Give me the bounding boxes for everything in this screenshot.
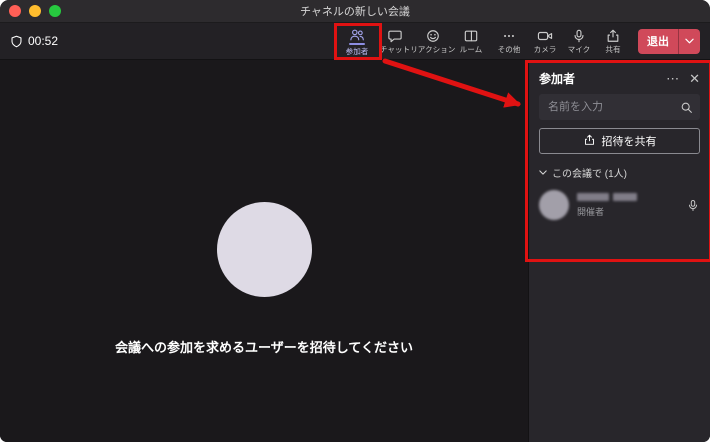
zoom-window-button[interactable] <box>49 5 61 17</box>
participant-info: 開催者 <box>577 192 678 218</box>
camera-icon <box>537 29 553 43</box>
device-label: カメラ <box>533 45 557 54</box>
reactions-icon <box>425 29 441 43</box>
close-icon[interactable]: ✕ <box>689 72 700 85</box>
share-screen-icon <box>605 29 621 43</box>
panel-header: 参加者 ⋯ ✕ <box>539 70 700 86</box>
search-box[interactable] <box>539 94 700 120</box>
search-icon[interactable] <box>680 101 693 114</box>
toolbar-tab-more[interactable]: その他 <box>490 26 528 57</box>
section-header[interactable]: この会議で (1人) <box>539 165 700 180</box>
active-tab-indicator <box>349 42 365 45</box>
meeting-timer: 00:52 <box>10 34 58 48</box>
tab-label: リアクション <box>410 45 456 54</box>
section-label: この会議で (1人) <box>552 169 627 180</box>
panel-title: 参加者 <box>539 71 576 86</box>
rooms-icon <box>463 29 479 43</box>
search-input[interactable] <box>546 100 680 114</box>
share-button[interactable]: 共有 <box>596 27 630 55</box>
participant-row[interactable]: 開催者 <box>539 190 700 220</box>
tab-label: チャット <box>379 45 411 54</box>
meeting-stage: 会議への参加を求めるユーザーを招待してください <box>0 60 528 442</box>
toolbar-tab-participants[interactable]: 参加者 <box>338 26 376 57</box>
device-label: マイク <box>567 45 591 54</box>
content-area: 会議への参加を求めるユーザーを招待してください 参加者 ⋯ ✕ 招待を共有 <box>0 60 710 442</box>
toolbar-tab-chat[interactable]: チャット <box>376 26 414 57</box>
teams-meeting-window: チャネルの新しい会議 00:52 参加者 チャット リアクション ルーム その他… <box>0 0 710 442</box>
minimize-window-button[interactable] <box>29 5 41 17</box>
toolbar-tab-reactions[interactable]: リアクション <box>410 26 456 57</box>
traffic-lights <box>9 5 61 17</box>
participants-panel: 参加者 ⋯ ✕ 招待を共有 この会議で (1人) <box>528 60 710 442</box>
titlebar: チャネルの新しい会議 <box>0 0 710 23</box>
close-window-button[interactable] <box>9 5 21 17</box>
participant-name-redacted <box>577 192 678 201</box>
chevron-down-icon <box>539 167 547 178</box>
more-icon <box>501 29 517 43</box>
toolbar-tab-rooms[interactable]: ルーム <box>452 26 490 57</box>
tab-label: その他 <box>497 45 521 54</box>
mic-button[interactable]: マイク <box>562 27 596 55</box>
mic-icon[interactable] <box>686 199 700 212</box>
chevron-down-icon[interactable] <box>679 38 700 44</box>
people-icon <box>349 28 365 42</box>
share-invite-label: 招待を共有 <box>601 136 657 148</box>
mic-icon <box>571 29 587 43</box>
leave-label: 退出 <box>647 36 669 48</box>
window-title: チャネルの新しい会議 <box>300 6 410 18</box>
toolbar-tabs: 参加者 チャット リアクション ルーム その他 <box>338 26 528 57</box>
tab-label: 参加者 <box>345 46 369 56</box>
camera-button[interactable]: カメラ <box>528 27 562 55</box>
device-buttons: カメラ マイク 共有 <box>528 27 630 55</box>
timer-value: 00:52 <box>28 34 59 48</box>
meeting-toolbar: 00:52 参加者 チャット リアクション ルーム その他 カメラ マイク 共有… <box>0 23 710 60</box>
invite-message: 会議への参加を求めるユーザーを招待してください <box>115 340 413 355</box>
shield-icon <box>10 35 23 48</box>
avatar-placeholder <box>216 202 312 297</box>
participant-avatar <box>539 190 569 220</box>
device-label: 共有 <box>605 45 621 54</box>
participant-role: 開催者 <box>577 206 605 217</box>
tab-label: ルーム <box>459 45 483 54</box>
more-options-icon[interactable]: ⋯ <box>666 72 679 85</box>
share-icon <box>583 134 596 149</box>
chat-icon <box>387 29 403 43</box>
leave-button[interactable]: 退出 <box>638 28 700 54</box>
share-invite-button[interactable]: 招待を共有 <box>539 128 700 154</box>
